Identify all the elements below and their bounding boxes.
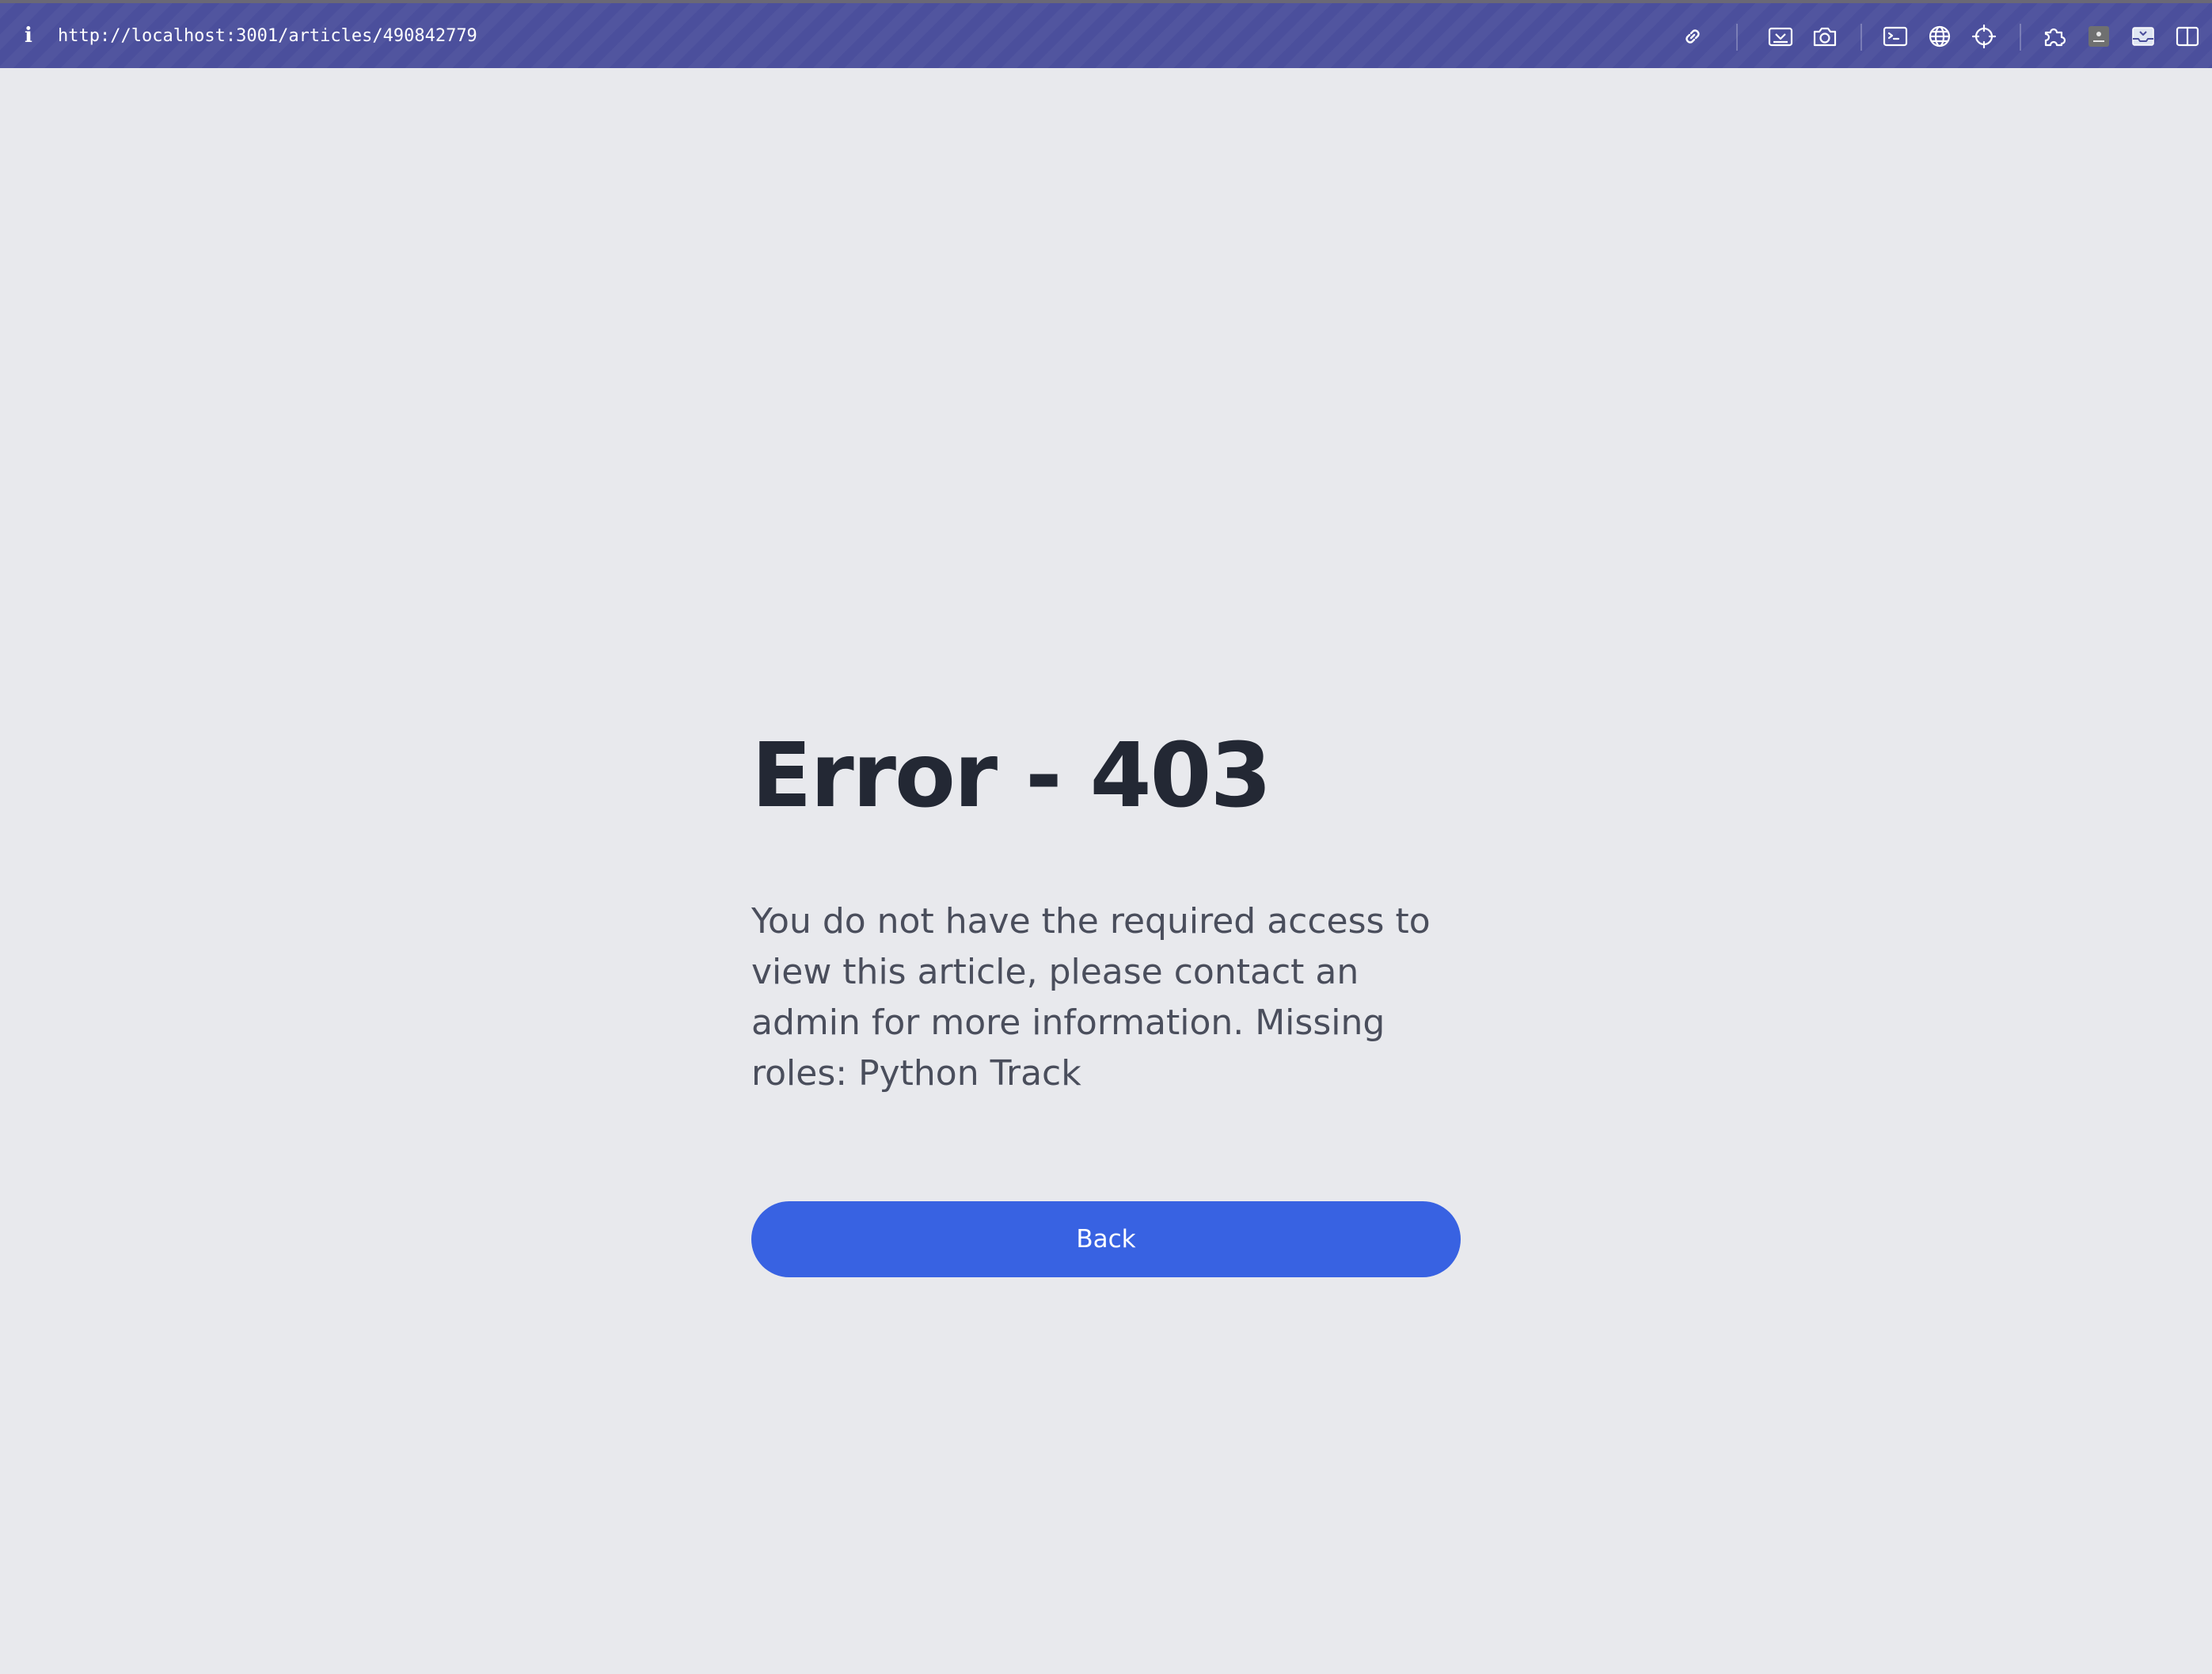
error-message: You do not have the required access to v…: [751, 901, 1431, 1094]
profile-icon[interactable]: [2085, 23, 2112, 50]
split-view-icon[interactable]: [2174, 23, 2201, 50]
globe-icon[interactable]: [1926, 23, 1953, 50]
address-bar-url[interactable]: http://localhost:3001/articles/490842779: [58, 25, 477, 48]
terminal-icon[interactable]: [1882, 23, 1909, 50]
info-icon[interactable]: i: [21, 24, 36, 48]
inbox-icon[interactable]: [2130, 23, 2157, 50]
browser-toolbar: i http://localhost:3001/articles/4908427…: [0, 0, 2212, 68]
save-page-icon[interactable]: [1767, 23, 1794, 50]
toolbar-separator: [2020, 24, 2021, 51]
extensions-icon[interactable]: [2041, 23, 2068, 50]
error-panel: Error - 403 You do not have the required…: [751, 713, 1461, 1277]
camera-icon[interactable]: [1811, 23, 1838, 50]
back-button[interactable]: Back: [751, 1201, 1461, 1277]
error-title: Error - 403: [751, 725, 1271, 827]
crosshair-icon[interactable]: [1971, 23, 1997, 50]
toolbar-separator: [1736, 24, 1738, 51]
toolbar-separator: [1860, 24, 1862, 51]
link-icon[interactable]: [1679, 23, 1706, 50]
